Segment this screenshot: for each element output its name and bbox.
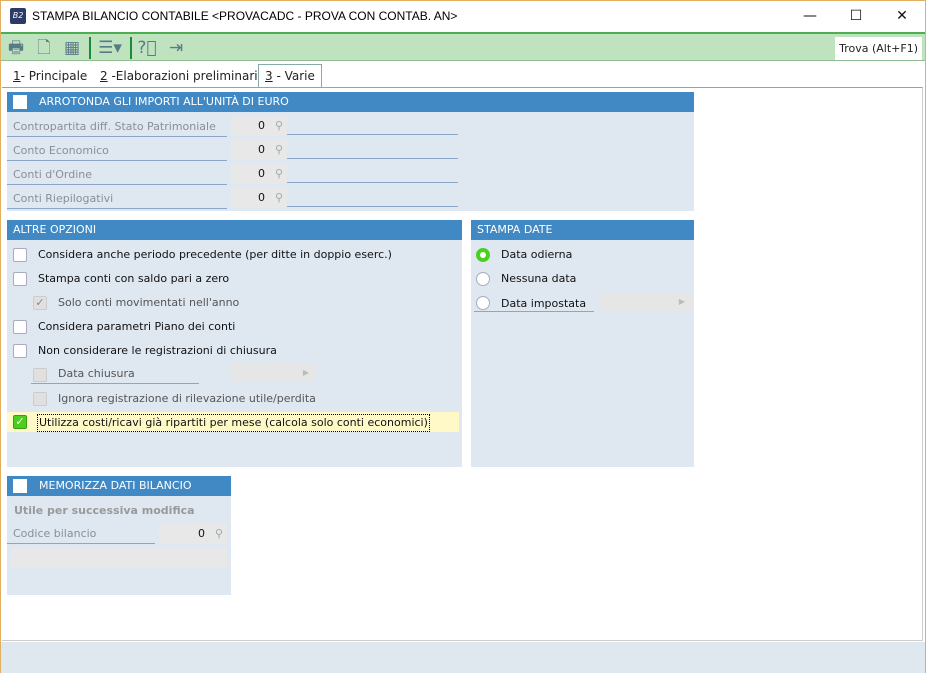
memorizza-panel: MEMORIZZA DATI BILANCIO Utile per succes… bbox=[7, 476, 231, 595]
tab-label: - Varie bbox=[272, 69, 315, 83]
search-icon[interactable]: ⚲ bbox=[275, 140, 283, 160]
toolbar-separator bbox=[130, 37, 132, 59]
option-label: Nessuna data bbox=[501, 272, 577, 285]
search-icon[interactable]: ⚲ bbox=[275, 188, 283, 208]
search-icon[interactable]: ⚲ bbox=[275, 164, 283, 184]
codice-bilancio-input[interactable]: 0 ⚲ bbox=[159, 524, 227, 544]
option-label: Utilizza costi/ricavi già ripartiti per … bbox=[37, 414, 430, 432]
radio-data-odierna[interactable] bbox=[476, 248, 490, 262]
field-value: 0 bbox=[198, 527, 205, 540]
tab-label: -Elaborazioni preliminari bbox=[107, 69, 258, 83]
field-label: Conti d'Ordine bbox=[7, 165, 227, 185]
title-bar: B2 STAMPA BILANCIO CONTABILE <PROVACADC … bbox=[1, 1, 925, 32]
tab-elaborazioni[interactable]: 2 -Elaborazioni preliminari bbox=[94, 65, 264, 87]
memorizza-title: MEMORIZZA DATI BILANCIO bbox=[39, 479, 192, 492]
stampa-date-panel: STAMPA DATE Data odierna Nessuna data Da… bbox=[471, 220, 694, 467]
option-label: Data impostata bbox=[474, 293, 594, 312]
field-value: 0 bbox=[258, 143, 265, 156]
option-label: Considera parametri Piano dei conti bbox=[38, 320, 236, 333]
checkbox-costi-ricavi[interactable]: ✓ bbox=[13, 415, 27, 429]
tab-principale[interactable]: 1- Principale bbox=[7, 65, 93, 87]
printer-icon[interactable]: 🖶 bbox=[5, 37, 27, 59]
exit-icon[interactable]: ⇥ bbox=[165, 37, 187, 59]
data-impostata-picker[interactable]: ▶ bbox=[599, 293, 691, 311]
checkbox-periodo-precedente[interactable] bbox=[13, 248, 27, 262]
status-bar bbox=[1, 642, 925, 673]
option-label: Solo conti movimentati nell'anno bbox=[58, 296, 240, 309]
search-button[interactable]: Trova (Alt+F1) bbox=[835, 37, 922, 60]
toolbar-separator bbox=[89, 37, 91, 59]
search-icon[interactable]: ⚲ bbox=[215, 524, 223, 544]
app-icon: B2 bbox=[10, 8, 26, 24]
checkbox-solo-movimentati[interactable]: ✓ bbox=[33, 296, 47, 310]
tab-number: 1 bbox=[13, 69, 21, 83]
tab-number: 2 bbox=[100, 69, 108, 83]
contropartita-input[interactable]: 0 ⚲ bbox=[231, 116, 287, 136]
conti-ordine-input[interactable]: 0 ⚲ bbox=[231, 164, 287, 184]
close-button[interactable]: ✕ bbox=[879, 1, 925, 32]
checkbox-ignora-rilevazione[interactable] bbox=[33, 392, 47, 406]
field-value: 0 bbox=[258, 191, 265, 204]
tab-varie[interactable]: 3 - Varie bbox=[258, 64, 322, 88]
conto-economico-input[interactable]: 0 ⚲ bbox=[231, 140, 287, 160]
description-field bbox=[287, 139, 458, 159]
option-label: Stampa conti con saldo pari a zero bbox=[38, 272, 230, 285]
option-label: Considera anche periodo precedente (per … bbox=[38, 248, 392, 261]
stampa-date-header: STAMPA DATE bbox=[471, 220, 694, 240]
field-label: Conto Economico bbox=[7, 141, 227, 161]
tab-number: 3 bbox=[265, 69, 273, 83]
data-chiusura-picker[interactable]: ▶ bbox=[231, 364, 315, 382]
conti-riepilogativi-input[interactable]: 0 ⚲ bbox=[231, 188, 287, 208]
altre-opzioni-panel: ALTRE OPZIONI Considera anche periodo pr… bbox=[7, 220, 462, 467]
option-label: Data odierna bbox=[501, 248, 573, 261]
menu-icon[interactable]: ☰▾ bbox=[95, 37, 125, 59]
memorizza-subtitle: Utile per successiva modifica bbox=[14, 504, 195, 517]
arrotonda-panel: ARROTONDA GLI IMPORTI ALL'UNITÀ DI EURO … bbox=[7, 92, 694, 211]
arrotonda-header: ARROTONDA GLI IMPORTI ALL'UNITÀ DI EURO bbox=[7, 92, 694, 112]
checkbox-parametri-piano[interactable] bbox=[13, 320, 27, 334]
description-field bbox=[287, 115, 458, 135]
description-field bbox=[287, 187, 458, 207]
memorizza-header: MEMORIZZA DATI BILANCIO bbox=[7, 476, 231, 496]
radio-nessuna-data[interactable] bbox=[476, 272, 490, 286]
description-field bbox=[11, 548, 227, 568]
option-label: Ignora registrazione di rilevazione util… bbox=[58, 392, 316, 405]
tab-label: - Principale bbox=[20, 69, 88, 83]
field-value: 0 bbox=[258, 167, 265, 180]
minimize-button[interactable]: — bbox=[787, 1, 833, 32]
field-value: 0 bbox=[258, 119, 265, 132]
print-preview-icon[interactable]: 🗋 bbox=[33, 37, 55, 59]
help-icon[interactable]: ?⃝ bbox=[136, 37, 158, 59]
toolbar: 🖶 🗋 ▦ ☰▾ ?⃝ ⇥ Trova (Alt+F1) bbox=[1, 32, 925, 61]
field-label: Contropartita diff. Stato Patrimoniale bbox=[7, 117, 227, 137]
option-label: Non considerare le registrazioni di chiu… bbox=[38, 344, 277, 357]
search-icon[interactable]: ⚲ bbox=[275, 116, 283, 136]
window-title: STAMPA BILANCIO CONTABILE <PROVACADC - P… bbox=[32, 9, 458, 23]
arrotonda-checkbox[interactable] bbox=[13, 95, 27, 109]
altre-opzioni-header: ALTRE OPZIONI bbox=[7, 220, 462, 240]
description-field bbox=[287, 163, 458, 183]
field-label: Codice bilancio bbox=[7, 524, 155, 544]
calendar-icon[interactable]: ▦ bbox=[61, 37, 83, 59]
window: B2 STAMPA BILANCIO CONTABILE <PROVACADC … bbox=[0, 0, 926, 673]
memorizza-checkbox[interactable] bbox=[13, 479, 27, 493]
maximize-button[interactable]: ☐ bbox=[833, 1, 879, 32]
option-label: Data chiusura bbox=[31, 366, 199, 384]
field-label: Conti Riepilogativi bbox=[7, 189, 227, 209]
checkbox-saldo-zero[interactable] bbox=[13, 272, 27, 286]
arrotonda-title: ARROTONDA GLI IMPORTI ALL'UNITÀ DI EURO bbox=[39, 95, 289, 108]
checkbox-registrazioni-chiusura[interactable] bbox=[13, 344, 27, 358]
